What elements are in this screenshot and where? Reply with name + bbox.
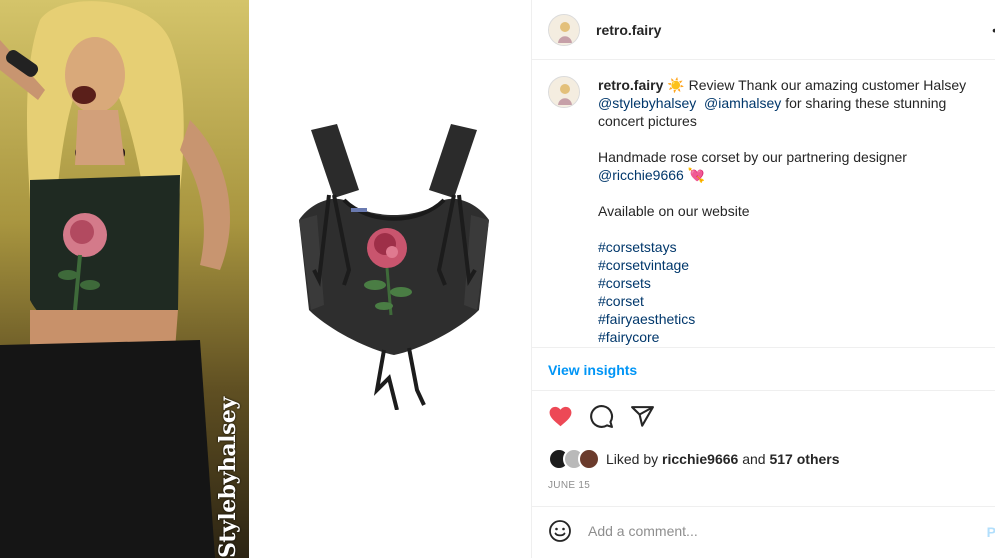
caption-para2: Handmade rose corset by our partnering d… — [598, 149, 907, 165]
post-caption: retro.fairy ☀️ Review Thank our amazing … — [532, 60, 995, 348]
liked-by-prefix: Liked by — [606, 451, 659, 467]
avatar — [578, 448, 600, 470]
post-date[interactable]: JUNE 15 — [548, 480, 590, 491]
post-actions — [548, 404, 655, 429]
post-comment-button[interactable]: P — [987, 524, 995, 540]
liker-username[interactable]: ricchie9666 — [662, 451, 738, 467]
view-insights-link[interactable]: View insights — [548, 362, 637, 378]
hashtag-link[interactable]: #corset — [598, 293, 644, 309]
post-media[interactable]: Stylebyhalsey — [0, 0, 531, 558]
heart-filled-icon — [549, 406, 572, 427]
hashtag-link[interactable]: #fairycore — [598, 329, 659, 345]
caption-text: retro.fairy ☀️ Review Thank our amazing … — [598, 76, 980, 346]
comment-box: Add a comment... P — [548, 519, 995, 543]
hashtag-link[interactable]: #fairyaesthetics — [598, 311, 695, 327]
divider — [532, 390, 995, 391]
liker-avatars[interactable] — [548, 448, 602, 470]
comment-button[interactable] — [589, 404, 614, 429]
divider — [532, 506, 995, 507]
hashtag-link[interactable]: #corsetvintage — [598, 257, 689, 273]
comment-input[interactable]: Add a comment... — [588, 523, 698, 539]
mention-link[interactable]: @stylebyhalsey — [598, 95, 696, 111]
caption-line3: pictures — [647, 113, 697, 129]
concert-photo: Stylebyhalsey — [0, 0, 249, 558]
mention-link[interactable]: @ricchie9666 — [598, 167, 684, 183]
sun-emoji-icon: ☀️ — [667, 77, 685, 93]
share-button[interactable] — [630, 404, 655, 429]
post-header: retro.fairy • — [532, 0, 995, 60]
caption-para3: Available on our website — [598, 203, 750, 219]
hashtag-link[interactable]: #corsets — [598, 275, 651, 291]
corset-product-photo — [249, 0, 531, 558]
likes-count-link[interactable]: 517 others — [769, 451, 839, 467]
like-button[interactable] — [548, 404, 573, 429]
liked-by-and: and — [742, 451, 766, 467]
emoji-icon[interactable] — [548, 519, 572, 543]
caption-line1: Review Thank our amazing customer Halsey — [688, 77, 967, 93]
likes-summary: Liked by ricchie9666 and 517 others — [548, 448, 840, 470]
caption-username[interactable]: retro.fairy — [598, 77, 663, 93]
avatar[interactable] — [548, 13, 580, 46]
post-details-panel: retro.fairy • retro.fairy ☀️ Review Than… — [531, 0, 995, 558]
mention-link[interactable]: @iamhalsey — [704, 95, 781, 111]
hashtag-link[interactable]: #corsetstays — [598, 239, 677, 255]
avatar[interactable] — [548, 76, 580, 108]
post-author-username[interactable]: retro.fairy — [596, 22, 661, 38]
share-icon — [631, 406, 654, 427]
comment-icon — [590, 405, 614, 428]
heart-emoji-icon: 💘 — [687, 167, 706, 183]
watermark-text: Stylebyhalsey — [215, 397, 241, 558]
